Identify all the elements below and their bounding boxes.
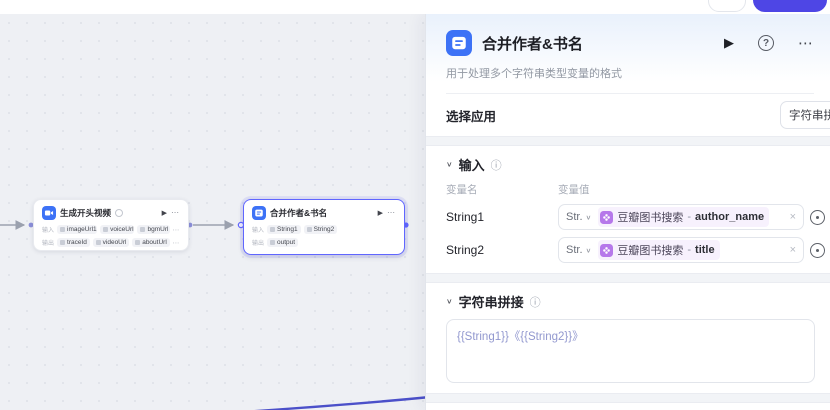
reference-tag[interactable]: 豆瓣图书搜索 - author_name	[598, 207, 770, 227]
node2-output-tag: output	[267, 238, 299, 247]
node1-status-badge-icon	[115, 209, 124, 217]
value-input-string1[interactable]: Str. ∨ 豆瓣图书搜索 - author_name ×	[558, 204, 804, 230]
node1-inputs-label: 输入	[42, 228, 55, 234]
reference-field: title	[695, 244, 715, 256]
variable-name: String1	[446, 210, 485, 224]
variable-name: String2	[446, 243, 485, 257]
node2-inputs-row: 输入 String1 String2	[244, 223, 404, 236]
help-icon[interactable]: ?	[758, 35, 774, 51]
node-merge-author-title[interactable]: 合并作者&书名 ▶ ⋯ 输入 String1 String2 输出 output	[243, 199, 405, 255]
node1-title: 生成开头视频	[60, 208, 112, 218]
node1-output-tag: aboutUrl	[132, 238, 170, 247]
info-icon: ⓘ	[490, 159, 502, 172]
edge-bottom	[254, 395, 431, 410]
app-select-dropdown[interactable]: 字符串拼接	[780, 101, 830, 129]
node2-outputs-label: 输出	[252, 241, 265, 247]
input-section-title: 输入	[458, 158, 485, 173]
panel-header: 合并作者&书名 ▶ ? ⋯ 用于处理多个字符串类型变量的格式	[426, 14, 830, 94]
type-icon	[270, 240, 276, 245]
node-config-panel: 合并作者&书名 ▶ ? ⋯ 用于处理多个字符串类型变量的格式 选择应用 字符串拼…	[425, 14, 830, 410]
node1-input-tag: bgmUrl	[137, 225, 170, 234]
string-process-icon	[446, 30, 472, 56]
node2-inputs-label: 输入	[252, 228, 265, 234]
type-icon	[306, 227, 312, 232]
node1-input-tag: voiceUrl	[100, 225, 135, 234]
type-selector[interactable]: Str.	[566, 244, 583, 256]
node1-inputs-overflow-icon: ⋯	[172, 226, 180, 234]
type-icon	[95, 240, 101, 245]
node2-more-icon[interactable]: ⋯	[387, 209, 396, 217]
topbar-secondary-button[interactable]	[708, 0, 746, 12]
node1-more-icon[interactable]: ⋯	[171, 209, 180, 217]
type-icon	[270, 227, 276, 232]
section-separator	[426, 393, 830, 403]
video-camera-icon	[42, 206, 56, 220]
reference-picker-icon[interactable]	[810, 242, 825, 258]
collapse-chevron-icon[interactable]: ∨	[446, 297, 453, 306]
node1-outputs-overflow-icon: ⋯	[172, 239, 180, 247]
panel-more-icon[interactable]: ⋯	[798, 34, 814, 52]
select-app-label: 选择应用	[446, 109, 497, 124]
collapse-chevron-icon[interactable]: ∨	[446, 160, 453, 169]
section-separator	[426, 273, 830, 283]
node1-output-tag: videoUrl	[92, 238, 130, 247]
concat-section: ∨ 字符串拼接 ⓘ {{String1}}《{{String2}}》	[426, 283, 830, 393]
input-section: ∨ 输入 ⓘ 变量名 变量值 String1 Str. ∨ 豆瓣图书搜索 - a…	[426, 146, 830, 273]
top-bar	[0, 0, 830, 14]
node-generate-opening-video[interactable]: 生成开头视频 ▶ ⋯ 输入 imageUrl1 voiceUrl bgmUrl …	[33, 199, 189, 251]
chevron-down-icon: ∨	[585, 246, 592, 254]
plugin-icon	[600, 243, 614, 257]
type-icon	[103, 227, 109, 232]
run-node-button[interactable]: ▶	[724, 35, 734, 51]
node2-run-icon[interactable]: ▶	[378, 210, 383, 217]
input-row-string2: String2 Str. ∨ 豆瓣图书搜索 - title ×	[446, 237, 825, 263]
type-icon	[60, 240, 66, 245]
node1-outputs-label: 输出	[42, 241, 55, 247]
node1-input-tag: imageUrl1	[57, 225, 98, 234]
select-app-row: 选择应用 字符串拼接	[426, 94, 830, 136]
node2-input-tag: String2	[303, 225, 338, 234]
panel-description: 用于处理多个字符串类型变量的格式	[446, 68, 622, 80]
value-input-string2[interactable]: Str. ∨ 豆瓣图书搜索 - title ×	[558, 237, 804, 263]
close-icon[interactable]: ×	[790, 211, 796, 223]
plugin-icon	[600, 210, 614, 224]
info-icon: ⓘ	[529, 296, 541, 309]
type-icon	[60, 227, 66, 232]
dash: -	[687, 244, 692, 256]
node2-outputs-row: 输出 output	[244, 236, 404, 249]
type-icon	[135, 240, 141, 245]
reference-tag[interactable]: 豆瓣图书搜索 - title	[598, 240, 720, 260]
type-selector[interactable]: Str.	[566, 211, 583, 223]
node1-outputs-row: 输出 traceId videoUrl aboutUrl ⋯	[34, 236, 188, 249]
reference-field: author_name	[695, 211, 765, 223]
concat-section-title: 字符串拼接	[458, 295, 524, 310]
node1-header: 生成开头视频 ▶ ⋯	[34, 200, 188, 223]
col-variable-name: 变量名	[446, 184, 478, 196]
node1-output-tag: traceId	[57, 238, 90, 247]
dash: -	[687, 211, 692, 223]
node2-input-tag: String1	[267, 225, 301, 234]
input-row-string1: String1 Str. ∨ 豆瓣图书搜索 - author_name ×	[446, 204, 825, 230]
chevron-down-icon: ∨	[585, 213, 592, 221]
reference-picker-icon[interactable]	[810, 209, 825, 225]
topbar-primary-button[interactable]	[753, 0, 827, 12]
node2-header: 合并作者&书名 ▶ ⋯	[244, 200, 404, 223]
panel-title: 合并作者&书名	[482, 35, 583, 53]
app-select-value: 字符串拼接	[789, 110, 830, 122]
type-icon	[140, 227, 146, 232]
reference-node-name: 豆瓣图书搜索	[617, 212, 684, 224]
section-separator	[426, 136, 830, 146]
node1-inputs-row: 输入 imageUrl1 voiceUrl bgmUrl ⋯	[34, 223, 188, 236]
concat-template-editor[interactable]: {{String1}}《{{String2}}》	[446, 319, 815, 383]
col-variable-value: 变量值	[558, 184, 590, 196]
node1-run-icon[interactable]: ▶	[162, 210, 167, 217]
node2-title: 合并作者&书名	[270, 208, 328, 218]
output-section: ∨ 输出 ⓘ output String	[426, 403, 830, 410]
close-icon[interactable]: ×	[790, 244, 796, 256]
reference-node-name: 豆瓣图书搜索	[617, 245, 684, 257]
string-process-icon	[252, 206, 266, 220]
